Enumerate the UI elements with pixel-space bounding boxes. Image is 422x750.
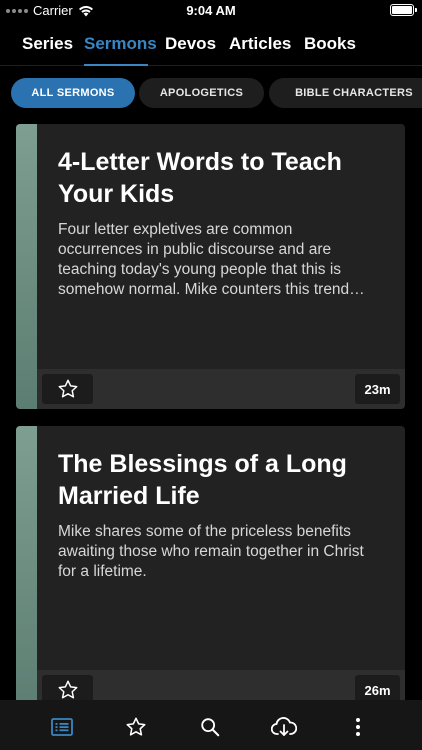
more-vertical-icon [356, 718, 360, 736]
star-icon [126, 717, 146, 736]
bottom-toolbar [0, 700, 422, 750]
duration-badge: 23m [355, 374, 400, 404]
star-icon [58, 379, 77, 398]
search-icon [201, 718, 220, 737]
category-chips: ALL SERMONS APOLOGETICS BIBLE CHARACTERS [0, 78, 422, 108]
tab-devos[interactable]: Devos [165, 34, 216, 54]
chip-apologetics[interactable]: APOLOGETICS [139, 78, 264, 108]
sermon-description: Mike shares some of the priceless benefi… [58, 523, 364, 580]
list-button[interactable] [42, 710, 82, 744]
list-icon [51, 718, 73, 736]
sermon-card[interactable]: The Blessings of a Long Married Life Mik… [16, 426, 405, 716]
status-bar: Carrier 9:04 AM [0, 0, 422, 22]
sermon-card[interactable]: 4-Letter Words to Teach Your Kids Four l… [16, 124, 405, 409]
favorites-button[interactable] [116, 710, 156, 744]
tab-books[interactable]: Books [304, 34, 356, 54]
tab-articles[interactable]: Articles [229, 34, 291, 54]
sermon-title: The Blessings of a Long Married Life [58, 450, 347, 510]
app-root: Carrier 9:04 AM Series Sermons Devos Art… [0, 0, 422, 750]
active-tab-indicator [84, 64, 148, 66]
chip-all-sermons[interactable]: ALL SERMONS [11, 78, 135, 108]
tab-sermons[interactable]: Sermons [84, 34, 157, 54]
favorite-button[interactable] [42, 374, 93, 404]
search-button[interactable] [190, 710, 230, 744]
card-color-stripe [16, 124, 37, 409]
sermon-title: 4-Letter Words to Teach Your Kids [58, 148, 342, 208]
top-nav: Series Sermons Devos Articles Books [0, 22, 422, 66]
star-icon [58, 680, 77, 699]
more-button[interactable] [338, 710, 378, 744]
sermon-description: Four letter expletives are common occurr… [58, 221, 365, 298]
downloads-button[interactable] [264, 710, 304, 744]
chip-bible-characters[interactable]: BIBLE CHARACTERS [269, 78, 422, 108]
battery-icon [390, 4, 417, 16]
card-color-stripe [16, 426, 37, 716]
clock: 9:04 AM [186, 3, 236, 18]
tab-series[interactable]: Series [22, 34, 73, 54]
cloud-download-icon [271, 717, 297, 736]
card-footer: 23m [37, 369, 405, 409]
